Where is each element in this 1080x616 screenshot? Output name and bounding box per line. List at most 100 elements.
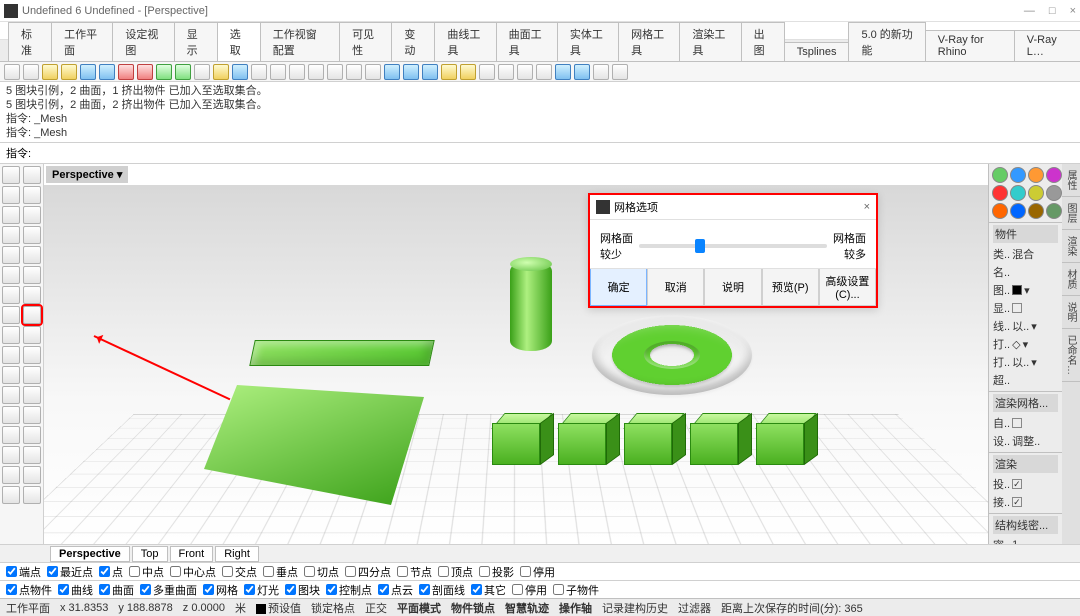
toolbox-icon[interactable]	[2, 346, 20, 364]
material-swatch[interactable]	[1010, 167, 1026, 183]
osnap-checkbox[interactable]	[99, 566, 110, 577]
tool-icon[interactable]	[593, 64, 609, 80]
viewport-tab[interactable]: Right	[215, 546, 259, 562]
ribbon-tab[interactable]: 出图	[741, 22, 785, 61]
osnap-item[interactable]: 灯光	[244, 582, 279, 598]
osnap-item[interactable]: 点物件	[6, 582, 52, 598]
shape-long-box[interactable]	[249, 340, 435, 366]
mesh-options-dialog[interactable]: 网格选项 × 网格面 较少 网格面 较多	[588, 193, 878, 308]
tool-icon[interactable]	[175, 64, 191, 80]
osnap-checkbox[interactable]	[140, 584, 151, 595]
viewport-tab[interactable]: Front	[170, 546, 214, 562]
ribbon-tab[interactable]: 显示	[174, 22, 218, 61]
viewport-tabs[interactable]: PerspectiveTopFrontRight	[0, 544, 1080, 562]
checkbox[interactable]	[1012, 418, 1022, 428]
osnap-item[interactable]: 交点	[222, 564, 257, 580]
tool-icon[interactable]	[327, 64, 343, 80]
property-row[interactable]: 接..	[993, 493, 1058, 511]
osnap-checkbox[interactable]	[222, 566, 233, 577]
tool-icon[interactable]	[536, 64, 552, 80]
tool-icon[interactable]	[403, 64, 419, 80]
property-row[interactable]: 设..调整..	[993, 432, 1058, 450]
tool-icon[interactable]	[213, 64, 229, 80]
dropdown-icon[interactable]: ▾	[1023, 338, 1029, 351]
osnap-item[interactable]: 中点	[129, 564, 164, 580]
toolbox-icon[interactable]	[23, 166, 41, 184]
osnap-item[interactable]: 剖面线	[419, 582, 465, 598]
tool-icon[interactable]	[118, 64, 134, 80]
property-row[interactable]: 密..1	[993, 536, 1058, 544]
tool-icon[interactable]	[61, 64, 77, 80]
ribbon-tab[interactable]: 变动	[391, 22, 435, 61]
toolbox-icon[interactable]	[23, 226, 41, 244]
tool-icon[interactable]	[517, 64, 533, 80]
panel-tab[interactable]: 说明	[1062, 296, 1080, 329]
shape-cube[interactable]	[690, 423, 738, 471]
toolbox-icon[interactable]	[2, 166, 20, 184]
osnap-item[interactable]: 节点	[397, 564, 432, 580]
checkbox[interactable]	[1012, 497, 1022, 507]
status-toggle[interactable]: 过滤器	[678, 600, 711, 616]
osnap-checkbox[interactable]	[6, 584, 17, 595]
tool-icon[interactable]	[137, 64, 153, 80]
property-row[interactable]: 线..以..▾	[993, 317, 1058, 335]
toolbox-icon[interactable]	[23, 206, 41, 224]
osnap-checkbox[interactable]	[304, 566, 315, 577]
tool-icon[interactable]	[365, 64, 381, 80]
panel-tab[interactable]: 渲染	[1062, 230, 1080, 263]
ribbon-tab[interactable]: V-Ray L…	[1014, 30, 1080, 61]
status-toggle[interactable]: 记录建构历史	[602, 600, 668, 616]
toolbox-icon[interactable]	[2, 386, 20, 404]
osnap-checkbox[interactable]	[553, 584, 564, 595]
dialog-button[interactable]: 取消	[647, 269, 704, 306]
panel-tab[interactable]: 已命名…	[1062, 329, 1080, 382]
shape-cube[interactable]	[492, 423, 540, 471]
tool-icon[interactable]	[612, 64, 628, 80]
material-swatch[interactable]	[1046, 203, 1062, 219]
tool-icon[interactable]	[460, 64, 476, 80]
tool-icon[interactable]	[384, 64, 400, 80]
status-plane[interactable]: 工作平面	[6, 600, 50, 616]
status-toggle[interactable]: 平面模式	[397, 600, 441, 616]
tool-icon[interactable]	[4, 64, 20, 80]
toolbox-icon[interactable]	[2, 226, 20, 244]
material-swatch[interactable]	[992, 185, 1008, 201]
ribbon-tab[interactable]: 设定视图	[112, 22, 174, 61]
material-swatch[interactable]	[1010, 185, 1026, 201]
osnap-checkbox[interactable]	[438, 566, 449, 577]
tool-icon[interactable]	[498, 64, 514, 80]
osnap-item[interactable]: 其它	[471, 582, 506, 598]
material-swatch[interactable]	[1046, 185, 1062, 201]
ribbon-tab[interactable]: 可见性	[339, 22, 392, 61]
osnap-item[interactable]: 网格	[203, 582, 238, 598]
property-row[interactable]: 类..混合	[993, 245, 1058, 263]
osnap-item[interactable]: 投影	[479, 564, 514, 580]
ribbon-tab[interactable]: 标准	[8, 22, 52, 61]
osnap-item[interactable]: 曲面	[99, 582, 134, 598]
material-swatch[interactable]	[1028, 203, 1044, 219]
status-toggle[interactable]: 正交	[365, 600, 387, 616]
toolbar-row[interactable]	[0, 62, 1080, 82]
osnap-checkbox[interactable]	[520, 566, 531, 577]
toolbox-icon[interactable]	[23, 306, 41, 324]
dropdown-icon[interactable]: ▾	[1024, 284, 1030, 297]
property-row[interactable]: 自..	[993, 414, 1058, 432]
osnap-row[interactable]: 端点最近点点中点中心点交点垂点切点四分点节点顶点投影停用	[0, 562, 1080, 580]
tool-icon[interactable]	[270, 64, 286, 80]
toolbox-icon[interactable]	[23, 326, 41, 344]
toolbox-icon[interactable]	[23, 246, 41, 264]
tool-icon[interactable]	[441, 64, 457, 80]
shape-cylinder[interactable]	[510, 261, 552, 351]
ribbon-tab[interactable]: 选取	[217, 22, 261, 61]
material-swatch[interactable]	[1046, 167, 1062, 183]
status-toggle[interactable]: 锁定格点	[311, 600, 355, 616]
property-row[interactable]: 名..	[993, 263, 1058, 281]
tool-icon[interactable]	[42, 64, 58, 80]
panel-tab[interactable]: 属性	[1062, 164, 1080, 197]
status-bar[interactable]: 工作平面x 31.8353y 188.8878z 0.0000米预设值锁定格点正…	[0, 598, 1080, 616]
osnap-item[interactable]: 切点	[304, 564, 339, 580]
osnap-item[interactable]: 停用	[512, 582, 547, 598]
osnap-item[interactable]: 停用	[520, 564, 555, 580]
osnap-checkbox[interactable]	[263, 566, 274, 577]
osnap-checkbox[interactable]	[378, 584, 389, 595]
